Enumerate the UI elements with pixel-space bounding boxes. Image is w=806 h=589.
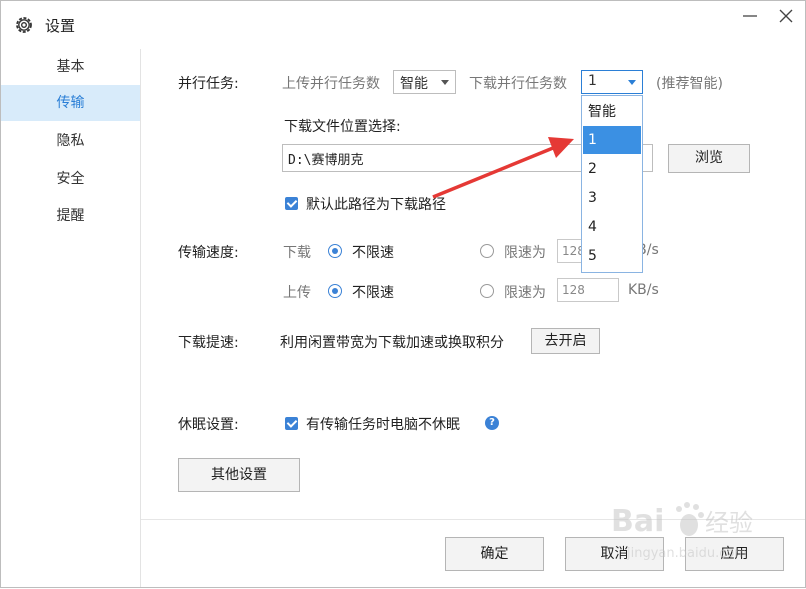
- svg-text:经验: 经验: [705, 509, 753, 537]
- svg-text:jingyan.baidu.com: jingyan.baidu.com: [626, 546, 747, 561]
- settings-window: 设置 基本 传输 隐私 安全 提醒 并行任务: 上传并行任务数 智能 下载并行任…: [0, 0, 806, 588]
- svg-text:Bai: Bai: [611, 504, 664, 539]
- baidu-watermark-logo: Bai 经验 jingyan.baidu.com: [611, 502, 753, 561]
